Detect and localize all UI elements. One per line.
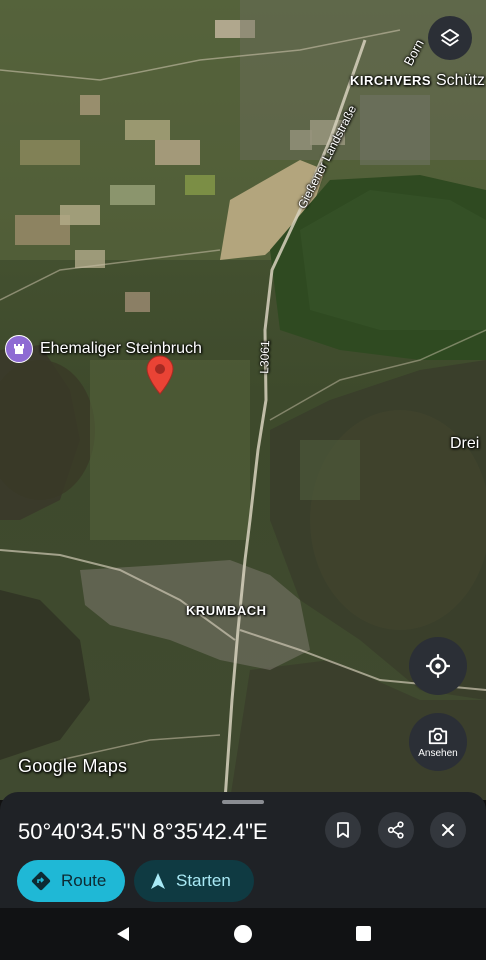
share-icon xyxy=(387,821,404,839)
coordinates-title: 50°40'34.5"N 8°35'42.4"E xyxy=(18,819,268,844)
place-label-drei: Drei xyxy=(450,435,480,452)
layers-icon xyxy=(440,28,460,47)
home-circle-icon[interactable] xyxy=(233,924,253,944)
camera-search-icon xyxy=(428,727,448,744)
save-button[interactable] xyxy=(325,812,361,848)
recents-square-icon[interactable] xyxy=(355,925,372,942)
place-marker-label: Ehemaliger Steinbruch xyxy=(40,340,202,357)
start-label: Starten xyxy=(176,871,231,890)
satellite-map[interactable]: Born KIRCHVERS Schütz Gießener Landstraß… xyxy=(0,0,486,800)
close-icon xyxy=(442,824,454,836)
share-button[interactable] xyxy=(378,812,414,848)
village-label-krumbach: KRUMBACH xyxy=(186,603,267,618)
bookmark-icon xyxy=(337,822,349,838)
close-button[interactable] xyxy=(430,812,466,848)
village-label-kirchvers: KIRCHVERS xyxy=(350,73,432,88)
directions-icon xyxy=(31,871,51,891)
my-location-button[interactable] xyxy=(409,637,467,695)
google-maps-attribution: Google Maps xyxy=(18,756,128,776)
route-label: Route xyxy=(61,871,107,890)
village-label-schuetz: Schütz xyxy=(436,72,485,89)
sheet-drag-handle[interactable] xyxy=(222,800,264,804)
castle-icon xyxy=(5,335,33,363)
start-button[interactable]: Starten xyxy=(134,860,254,902)
route-button[interactable]: Route xyxy=(17,860,125,902)
my-location-icon xyxy=(426,654,450,678)
back-triangle-icon[interactable] xyxy=(114,925,132,943)
ansehen-button[interactable]: Ansehen xyxy=(409,713,467,771)
ansehen-label: Ansehen xyxy=(418,747,458,759)
road-label-l3061: L3061 xyxy=(257,340,273,374)
dropped-pin-icon[interactable] xyxy=(146,355,174,395)
layers-button[interactable] xyxy=(428,16,472,60)
navigation-arrow-icon xyxy=(151,873,165,889)
system-navigation-bar xyxy=(0,908,486,960)
